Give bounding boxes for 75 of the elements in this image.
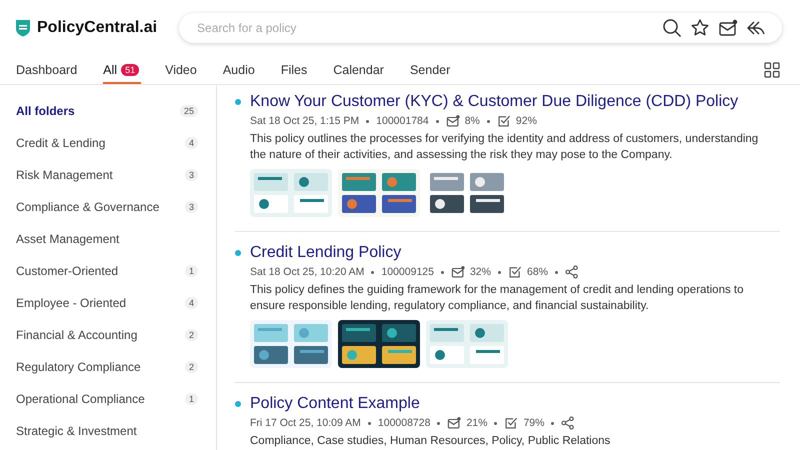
tab[interactable]: Sender [410,56,476,84]
shield-logo-icon [15,19,31,37]
folder-item[interactable]: Employee - Oriented 4 [16,287,198,319]
grid-view-icon[interactable] [764,62,780,78]
folder-count: 4 [184,137,198,149]
folder-count: 2 [184,361,198,373]
count-badge: 51 [121,64,140,76]
folder-item[interactable]: Compliance & Governance 3 [16,191,198,223]
folder-item[interactable]: Operational Compliance 1 [16,383,198,415]
tab[interactable]: Calendar [333,56,410,84]
check-square-icon [496,114,511,128]
folder-item[interactable]: Customer-Oriented 1 [16,255,198,287]
separator-dot [551,422,554,424]
separator-dot [437,422,440,424]
separator-dot [436,120,439,122]
separator-dot [371,270,374,274]
folder-count: 3 [184,169,198,181]
tab[interactable]: Audio [222,56,281,84]
share-icon[interactable] [561,416,576,430]
folder-item[interactable]: Regulatory Compliance 2 [16,351,198,383]
folder-count: 3 [184,201,198,213]
status-dot [235,401,241,407]
separator-dot [555,270,558,274]
policy-title[interactable]: Policy Content Example [250,395,420,413]
folder-item[interactable]: Credit & Lending 4 [16,127,198,159]
sent-percent: 32% [470,266,491,278]
folder-count: 4 [184,297,198,309]
search-field[interactable]: Search for a policy [195,20,654,36]
completed-percent: 79% [523,417,544,429]
mail-icon [446,114,460,128]
folder-item[interactable]: All folders 25 [16,95,198,127]
tab[interactable]: All 51 [103,56,142,84]
check-square-icon [508,265,522,279]
folder-count: 25 [180,105,198,117]
policy-description: This policy outlines the processes for verifying the identity and address of customers, understanding the nature of their activities, and assessing the risk they may pose to the Company. [250,132,760,163]
check-square-icon [504,416,518,430]
tab[interactable]: Dashboard [16,56,104,84]
sent-percent: 21% [466,417,488,429]
policy-date: Sat 18 Oct 25, 1:15 PM [250,115,360,127]
share-icon[interactable] [565,265,579,279]
folder-count: 1 [184,393,198,405]
status-dot [235,250,241,256]
folder-item[interactable]: Financial & Accounting 2 [16,319,198,351]
folder-count: 1 [184,265,198,277]
folder-item[interactable]: Asset Management [16,223,198,255]
policy-id: 100008728 [378,417,430,429]
policy-id: 100009125 [381,266,434,278]
folder-item[interactable]: Risk Management 3 [16,159,198,191]
folder-count: 2 [184,329,198,341]
folder-item[interactable]: Strategic & Investment [16,415,198,447]
separator-dot [486,120,490,122]
mail-icon[interactable] [718,18,738,38]
sent-percent: 8% [464,115,480,127]
status-dot [235,99,241,105]
tab[interactable]: Video [165,56,223,84]
policy-description: This policy defines the guiding framework for the management of credit and lending operations to ensure responsible lending, regulatory compliance, and financial sustainability. [250,283,745,314]
separator-dot [366,120,370,122]
separator-dot [440,270,444,274]
mail-icon [450,265,465,279]
policy-id: 100001784 [376,115,429,127]
mail-icon [447,416,462,430]
policy-date: Fri 17 Oct 25, 10:09 AM [250,417,361,429]
separator-dot [498,270,501,274]
star-icon[interactable] [690,18,710,38]
search-icon[interactable] [662,18,682,38]
policy-title[interactable]: Credit Lending Policy [250,244,402,262]
completed-percent: 92% [516,115,537,127]
policy-tags: Compliance, Case studies, Human Resources, Policy, Public Relations [250,433,770,449]
completed-percent: 68% [526,266,548,278]
brand-name: PolicyCentral.ai [37,19,158,37]
separator-dot [494,422,498,424]
policy-date: Sat 18 Oct 25, 10:20 AM [250,266,364,278]
separator-dot [368,422,371,424]
tab[interactable]: Files [280,56,334,84]
policy-title[interactable]: Know Your Customer (KYC) & Customer Due Diligence (CDD) Policy [250,93,738,111]
